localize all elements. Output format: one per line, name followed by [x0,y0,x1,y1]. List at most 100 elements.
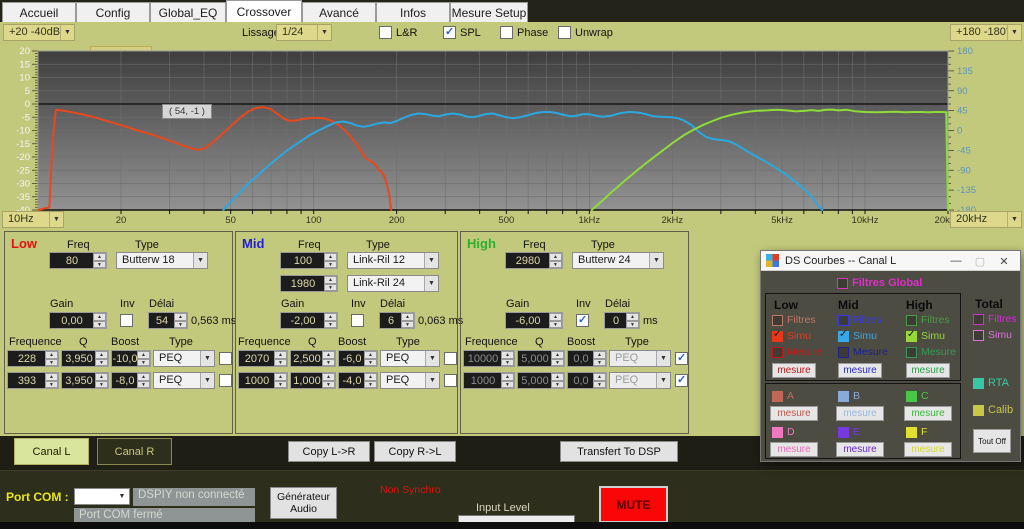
copy-r-to-l-button[interactable]: Copy R->L [374,441,456,462]
spinner-arrows[interactable]: ▲▼ [551,351,564,366]
low-peq2-bypass-checkbox[interactable] [219,374,232,387]
low-inv-checkbox[interactable] [120,314,133,327]
measure-c-button[interactable]: mesure [904,406,952,421]
low-mesure-button[interactable]: mesure [772,363,816,378]
canal-l-tab[interactable]: Canal L [14,438,89,465]
measure-f-button[interactable]: mesure [904,442,952,457]
mute-button[interactable]: MUTE [599,486,668,523]
mid-xover2-type-combo[interactable]: Link-Ril 24▼ [347,275,439,292]
low-simu-checkbox[interactable]: Simu [772,330,811,342]
mid-xover2-freq-spinner[interactable]: 1980▲▼ [280,275,338,292]
spinner-arrows[interactable]: ▲▼ [551,373,564,388]
mid-mesure-button[interactable]: mesure [838,363,882,378]
spinner-arrows[interactable]: ▲▼ [593,373,606,388]
spinner-arrows[interactable]: ▲▼ [364,373,377,388]
spinner-arrows[interactable]: ▲▼ [324,313,337,328]
spinner-arrows[interactable]: ▲▼ [174,313,187,328]
low-peq1-boost-spinner[interactable]: -10,0▲▼ [111,350,151,367]
low-peq2-freq-spinner[interactable]: 393▲▼ [7,372,59,389]
low-xover-type-combo[interactable]: Butterw 18 ▼ [116,252,208,269]
close-icon[interactable]: ✕ [992,251,1016,271]
measure-c-checkbox[interactable]: C [906,390,929,402]
spinner-arrows[interactable]: ▲▼ [501,373,514,388]
courbes-window-titlebar[interactable]: DS Courbes -- Canal L — ▢ ✕ [761,251,1020,271]
lissage-combo[interactable]: 1/24 ▼ [276,24,332,41]
mid-peq2-bypass-checkbox[interactable] [444,374,457,387]
high-peq2-freq-spinner[interactable]: 1000▲▼ [463,372,515,389]
mid-peq1-q-spinner[interactable]: 2,500▲▼ [290,350,336,367]
spinner-arrows[interactable]: ▲▼ [93,253,106,268]
low-filtres-checkbox[interactable]: Filtres [772,314,816,326]
high-peq1-boost-spinner[interactable]: 0,0▲▼ [567,350,607,367]
high-xover-type-combo[interactable]: Butterw 24▼ [572,252,664,269]
high-peq2-type-combo[interactable]: PEQ▼ [609,372,671,389]
tab-crossover[interactable]: Crossover [226,0,302,22]
high-peq1-bypass-checkbox[interactable] [675,352,688,365]
mid-peq1-boost-spinner[interactable]: -6,0▲▼ [338,350,378,367]
spinner-arrows[interactable]: ▲▼ [364,351,377,366]
measure-f-checkbox[interactable]: F [906,426,927,438]
mid-peq2-type-combo[interactable]: PEQ▼ [380,372,440,389]
high-peq1-type-combo[interactable]: PEQ▼ [609,350,671,367]
high-peq1-q-spinner[interactable]: 5,000▲▼ [517,350,565,367]
copy-l-to-r-button[interactable]: Copy L->R [288,441,370,462]
high-inv-checkbox[interactable] [576,314,589,327]
mid-peq2-freq-spinner[interactable]: 1000▲▼ [238,372,288,389]
calib-checkbox[interactable]: Calib [973,404,1013,416]
maximize-icon[interactable]: ▢ [968,251,992,271]
measure-a-checkbox[interactable]: A [772,390,794,402]
canal-r-tab[interactable]: Canal R [97,438,172,465]
mid-inv-checkbox[interactable] [351,314,364,327]
low-gain-spinner[interactable]: 0,00 ▲▼ [49,312,107,329]
phase-range-combo[interactable]: +180 -180° ▼ [950,24,1022,41]
total-simu-checkbox[interactable]: Simu [973,329,1012,341]
mid-delai-spinner[interactable]: 6▲▼ [379,312,415,329]
low-peq1-q-spinner[interactable]: 3,950▲▼ [61,350,109,367]
mid-peq1-type-combo[interactable]: PEQ▼ [380,350,440,367]
high-xover-freq-spinner[interactable]: 2980▲▼ [505,252,563,269]
mid-peq2-boost-spinner[interactable]: -4,0▲▼ [338,372,378,389]
spl-checkbox[interactable]: SPL [443,26,481,39]
measure-b-button[interactable]: mesure [836,406,884,421]
minimize-icon[interactable]: — [944,251,968,271]
spinner-arrows[interactable]: ▲▼ [401,313,414,328]
lr-checkbox[interactable]: L&R [379,26,417,39]
high-peq2-boost-spinner[interactable]: 0,0▲▼ [567,372,607,389]
low-xover-freq-spinner[interactable]: 80 ▲▼ [49,252,107,269]
spinner-arrows[interactable]: ▲▼ [324,253,337,268]
mid-mesure-checkbox[interactable]: Mesure [838,346,888,358]
low-peq2-boost-spinner[interactable]: -8,0▲▼ [111,372,151,389]
spinner-arrows[interactable]: ▲▼ [549,313,562,328]
mid-filtres-checkbox[interactable]: Filtres [838,314,882,326]
high-mesure-button[interactable]: mesure [906,363,950,378]
measure-b-checkbox[interactable]: B [838,390,860,402]
spinner-arrows[interactable]: ▲▼ [45,351,58,366]
filtres-global-checkbox[interactable]: Filtres Global [837,277,922,289]
low-peq1-freq-spinner[interactable]: 228▲▼ [7,350,59,367]
mid-xover1-freq-spinner[interactable]: 100▲▼ [280,252,338,269]
measure-d-checkbox[interactable]: D [772,426,795,438]
mid-peq1-bypass-checkbox[interactable] [444,352,457,365]
high-peq2-bypass-checkbox[interactable] [675,374,688,387]
low-delai-spinner[interactable]: 54 ▲▼ [148,312,188,329]
phase-checkbox[interactable]: Phase [500,26,548,39]
port-com-combo[interactable]: ▼ [74,488,130,505]
unwrap-checkbox[interactable]: Unwrap [558,26,613,39]
spinner-arrows[interactable]: ▲▼ [322,351,335,366]
rta-checkbox[interactable]: RTA [973,377,1009,389]
measure-d-button[interactable]: mesure [770,442,818,457]
xmax-combo[interactable]: 20kHz ▼ [950,211,1022,228]
spinner-arrows[interactable]: ▲▼ [45,373,58,388]
low-peq1-bypass-checkbox[interactable] [219,352,232,365]
low-mesure-checkbox[interactable]: Mesure [772,346,822,358]
generateur-audio-button[interactable]: Générateur Audio [270,487,337,519]
spinner-arrows[interactable]: ▲▼ [93,313,106,328]
spinner-arrows[interactable]: ▲▼ [95,351,108,366]
mid-gain-spinner[interactable]: -2,00▲▼ [280,312,338,329]
mid-peq1-freq-spinner[interactable]: 2070▲▼ [238,350,288,367]
spinner-arrows[interactable]: ▲▼ [95,373,108,388]
tab-config[interactable]: Config [76,2,150,22]
mid-simu-checkbox[interactable]: Simu [838,330,877,342]
tout-off-button[interactable]: Tout Off [973,429,1011,453]
spinner-arrows[interactable]: ▲▼ [322,373,335,388]
